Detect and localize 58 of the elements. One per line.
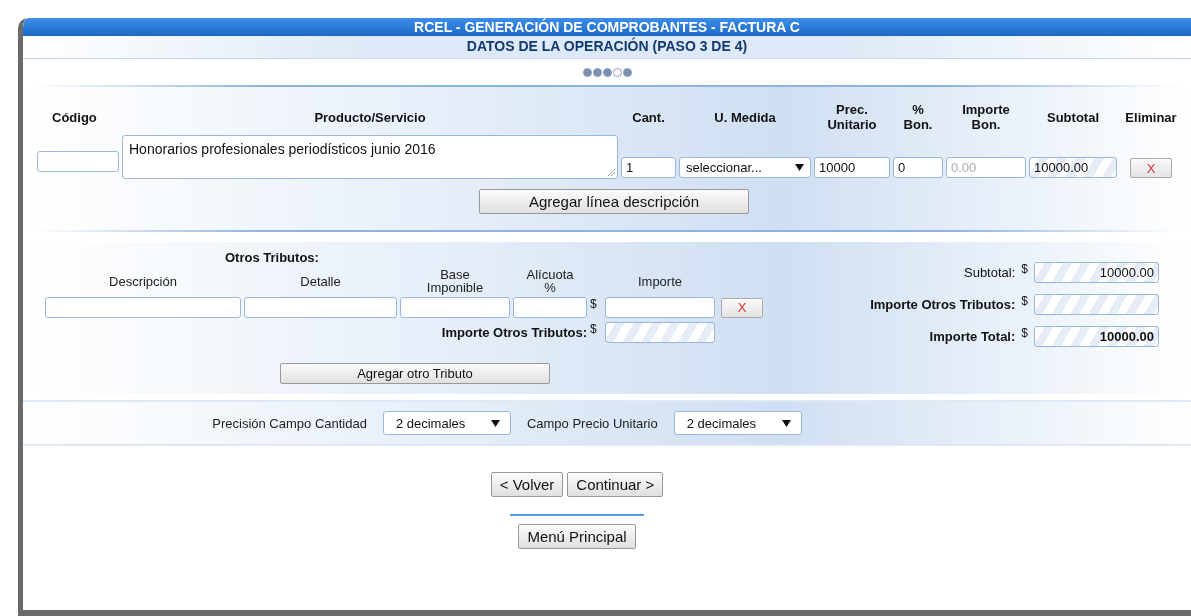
currency-sign: $ (1021, 262, 1028, 276)
delete-button[interactable]: X (721, 297, 763, 318)
detail-input[interactable] (244, 297, 397, 318)
total-label: Subtotal: (964, 265, 1016, 280)
column-header: Base Imponible (425, 266, 485, 297)
precision-select[interactable]: 2 decimales (673, 411, 802, 435)
total-input[interactable] (1034, 294, 1159, 315)
column-header: Descripción (108, 272, 178, 291)
discount-input[interactable]: 0 (893, 157, 943, 178)
total-input[interactable]: 10000.00 (1034, 262, 1159, 283)
column-header: Detalle (299, 272, 342, 291)
column-header: U. Medida (713, 108, 777, 127)
precision-label: Campo Precio Unitario (526, 415, 658, 431)
price-input[interactable]: 10000 (814, 157, 890, 178)
precision-select[interactable]: 2 decimales (382, 411, 511, 435)
step-title: DATOS DE LA OPERACIÓN (PASO 3 DE 4) (466, 38, 748, 54)
section-title: Otros Tributos: (225, 250, 320, 265)
currency-sign: $ (590, 322, 598, 336)
column-header: Prec. Unitario (826, 101, 878, 134)
currency-sign: $ (1021, 326, 1028, 340)
dropdown-arrow-icon (490, 419, 500, 427)
subtotal-input[interactable]: 10000.00 (1029, 157, 1117, 178)
code-input[interactable] (37, 150, 119, 172)
column-header: Alícuota % (525, 266, 575, 297)
column-header: Producto/Servicio (313, 108, 427, 127)
total-input[interactable]: 10000.00 (1034, 326, 1159, 347)
tax-base-input[interactable] (400, 297, 510, 318)
column-header: Cant. (631, 108, 666, 127)
resize-grip-icon[interactable] (608, 169, 616, 177)
total-label: Importe Otros Tributos: (440, 325, 587, 340)
total-label: Importe Total: (929, 329, 1016, 344)
quantity-input[interactable]: 1 (621, 157, 676, 178)
add-line-button[interactable]: Agregar línea descripción (479, 189, 749, 214)
column-header: Código (51, 108, 98, 127)
description-input[interactable] (45, 297, 241, 318)
column-header: Importe Bon. (961, 101, 1011, 134)
column-header: Eliminar (1124, 108, 1178, 127)
add-tax-button[interactable]: Agregar otro Tributo (280, 363, 550, 384)
nav-button[interactable]: Continuar > (567, 472, 664, 497)
discount-amount-input[interactable]: 0.00 (946, 157, 1026, 178)
total-label: Importe Otros Tributos: (870, 297, 1016, 312)
currency-sign: $ (1021, 294, 1028, 308)
rate-input[interactable] (513, 297, 587, 318)
total-taxes-input[interactable] (605, 322, 715, 343)
column-header: Subtotal (1046, 108, 1100, 127)
dropdown-arrow-icon (795, 164, 804, 171)
page-title: RCEL - GENERACIÓN DE COMPROBANTES - FACTURA C (414, 19, 800, 35)
unit-select[interactable]: seleccionar... (679, 157, 811, 178)
delete-button[interactable]: X (1130, 158, 1172, 178)
main-menu-button[interactable]: Menú Principal (518, 524, 636, 549)
currency-sign: $ (590, 297, 598, 311)
nav-button[interactable]: < Volver (490, 472, 564, 497)
amount-input[interactable] (605, 297, 715, 318)
precision-label: Precisión Campo Cantidad (212, 415, 367, 431)
dropdown-arrow-icon (781, 419, 791, 427)
product-textarea[interactable]: Honorarios profesionales periodísticos junio 2016 (122, 135, 618, 179)
column-header: % Bon. (902, 101, 934, 134)
column-header: Importe (636, 272, 684, 291)
